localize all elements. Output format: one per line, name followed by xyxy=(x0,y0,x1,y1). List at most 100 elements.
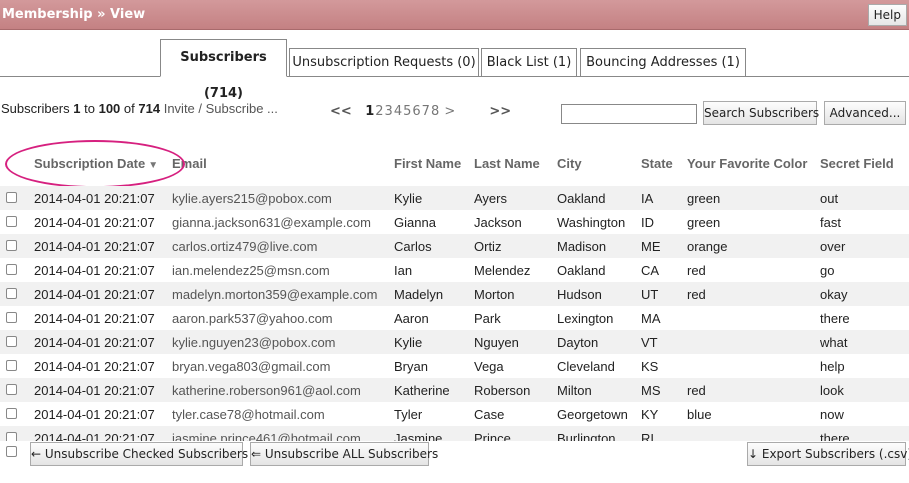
export-csv-button[interactable]: ↓ Export Subscribers (.csv) xyxy=(747,442,909,466)
cell-city: Georgetown xyxy=(557,407,628,422)
cell-first-name: Katherine xyxy=(394,383,450,398)
cell-subscription-date: 2014-04-01 20:21:07 xyxy=(34,263,155,278)
cell-subscription-date: 2014-04-01 20:21:07 xyxy=(34,191,155,206)
row-checkbox[interactable] xyxy=(6,408,17,419)
first-page-link[interactable]: << xyxy=(330,104,352,119)
tab-black-list[interactable]: Black List (1) xyxy=(481,48,577,76)
tab-unsubscription-requests[interactable]: Unsubscription Requests (0) xyxy=(289,48,479,76)
cell-secret-field: look xyxy=(820,383,844,398)
page-link[interactable]: 7 xyxy=(422,104,430,119)
cell-city: Cleveland xyxy=(557,359,615,374)
cell-last-name: Morton xyxy=(474,287,515,302)
cell-email[interactable]: aaron.park537@yahoo.com xyxy=(172,311,333,326)
table-row: 2014-04-01 20:21:07 jasmine.prince461@hot… xyxy=(0,426,909,441)
search-subscribers-button[interactable]: Search Subscribers xyxy=(703,101,819,125)
table-row: 2014-04-01 20:21:07 kylie.nguyen23@pobox.… xyxy=(0,330,909,354)
table-row: 2014-04-01 20:21:07 tyler.case78@hotmail.… xyxy=(0,402,909,426)
page-link[interactable]: 2 xyxy=(375,104,383,119)
cell-first-name: Carlos xyxy=(394,239,432,254)
row-checkbox[interactable] xyxy=(6,216,17,227)
cell-email[interactable]: gianna.jackson631@example.com xyxy=(172,215,371,230)
row-checkbox[interactable] xyxy=(6,432,17,441)
cell-email[interactable]: ian.melendez25@msn.com xyxy=(172,263,330,278)
subscriber-count-summary: Subscribers 1 to 100 of 714 Invite / Sub… xyxy=(1,101,278,116)
cell-state: KY xyxy=(641,407,659,422)
cell-email[interactable]: kylie.ayers215@pobox.com xyxy=(172,191,332,206)
row-checkbox[interactable] xyxy=(6,384,17,395)
advanced-search-button[interactable]: Advanced... xyxy=(824,101,906,125)
tab-subscribers[interactable]: Subscribers (714) xyxy=(160,39,287,101)
cell-first-name: Tyler xyxy=(394,407,423,422)
cell-subscription-date: 2014-04-01 20:21:07 xyxy=(34,311,155,326)
cell-city: Madison xyxy=(557,239,607,254)
cell-email[interactable]: bryan.vega803@gmail.com xyxy=(172,359,330,374)
row-checkbox[interactable] xyxy=(6,240,17,251)
cell-last-name: Case xyxy=(474,407,505,422)
cell-email[interactable]: carlos.ortiz479@live.com xyxy=(172,239,317,254)
row-checkbox[interactable] xyxy=(6,264,17,275)
cell-secret-field: fast xyxy=(820,215,841,230)
cell-first-name: Aaron xyxy=(394,311,429,326)
page-link[interactable]: 5 xyxy=(403,104,411,119)
row-checkbox[interactable] xyxy=(6,360,17,371)
cell-state: VT xyxy=(641,335,658,350)
column-header-secret-field[interactable]: Secret Field xyxy=(820,156,894,171)
cell-last-name: Ortiz xyxy=(474,239,502,254)
tab-bouncing-addresses[interactable]: Bouncing Addresses (1) xyxy=(580,48,746,76)
help-button[interactable]: Help xyxy=(867,4,907,26)
column-header-favorite-color[interactable]: Your Favorite Color xyxy=(687,156,807,171)
cell-email[interactable]: jasmine.prince461@hotmail.com xyxy=(172,431,361,441)
column-header-city[interactable]: City xyxy=(557,156,582,171)
cell-first-name: Bryan xyxy=(394,359,428,374)
cell-state: MS xyxy=(641,383,661,398)
last-page-link[interactable]: >> xyxy=(489,104,511,119)
page-link[interactable]: 4 xyxy=(394,104,402,119)
subscriber-table-body: 2014-04-01 20:21:07 kylie.ayers215@pobox.… xyxy=(0,186,909,441)
page-link[interactable]: 1 xyxy=(365,104,374,119)
cell-state: IA xyxy=(641,191,654,206)
column-header-state[interactable]: State xyxy=(641,156,673,171)
row-checkbox[interactable] xyxy=(6,192,17,203)
cell-favorite-color: green xyxy=(687,215,721,230)
cell-email[interactable]: kylie.nguyen23@pobox.com xyxy=(172,335,336,350)
table-row: 2014-04-01 20:21:07 aaron.park537@yahoo.c… xyxy=(0,306,909,330)
page-link[interactable]: 3 xyxy=(385,104,393,119)
cell-subscription-date: 2014-04-01 20:21:07 xyxy=(34,215,155,230)
column-header-first-name[interactable]: First Name xyxy=(394,156,461,171)
cell-city: Lexington xyxy=(557,311,614,326)
next-page-link[interactable]: > xyxy=(444,104,455,119)
column-header-last-name[interactable]: Last Name xyxy=(474,156,540,171)
cell-favorite-color: red xyxy=(687,287,706,302)
highlight-annotation xyxy=(5,140,185,188)
search-input[interactable] xyxy=(561,104,697,124)
cell-city: Washington xyxy=(557,215,626,230)
row-checkbox[interactable] xyxy=(6,312,17,323)
cell-email[interactable]: tyler.case78@hotmail.com xyxy=(172,407,325,422)
cell-state: UT xyxy=(641,287,659,302)
cell-secret-field: now xyxy=(820,407,844,422)
unsubscribe-all-button[interactable]: ⇐ Unsubscribe ALL Subscribers xyxy=(250,442,438,466)
cell-last-name: Roberson xyxy=(474,383,531,398)
cell-last-name: Ayers xyxy=(474,191,507,206)
cell-last-name: Jackson xyxy=(474,215,522,230)
page-link[interactable]: 8 xyxy=(431,104,439,119)
cell-email[interactable]: madelyn.morton359@example.com xyxy=(172,287,377,302)
table-row: 2014-04-01 20:21:07 bryan.vega803@gmail.c… xyxy=(0,354,909,378)
cell-secret-field: there xyxy=(820,431,850,441)
cell-subscription-date: 2014-04-01 20:21:07 xyxy=(34,407,155,422)
cell-subscription-date: 2014-04-01 20:21:07 xyxy=(34,431,155,441)
unsubscribe-checked-button[interactable]: ← Unsubscribe Checked Subscribers xyxy=(30,442,248,466)
page-link[interactable]: 6 xyxy=(412,104,420,119)
cell-city: Hudson xyxy=(557,287,602,302)
cell-city: Dayton xyxy=(557,335,599,350)
row-checkbox[interactable] xyxy=(6,288,17,299)
cell-state: CA xyxy=(641,263,660,278)
cell-email[interactable]: katherine.roberson961@aol.com xyxy=(172,383,361,398)
cell-subscription-date: 2014-04-01 20:21:07 xyxy=(34,359,155,374)
invite-subscribe-link[interactable]: Invite / Subscribe ... xyxy=(164,101,278,116)
cell-subscription-date: 2014-04-01 20:21:07 xyxy=(34,383,155,398)
cell-state: RI xyxy=(641,431,654,441)
cell-favorite-color: green xyxy=(687,191,721,206)
select-all-checkbox[interactable] xyxy=(6,446,17,457)
row-checkbox[interactable] xyxy=(6,336,17,347)
